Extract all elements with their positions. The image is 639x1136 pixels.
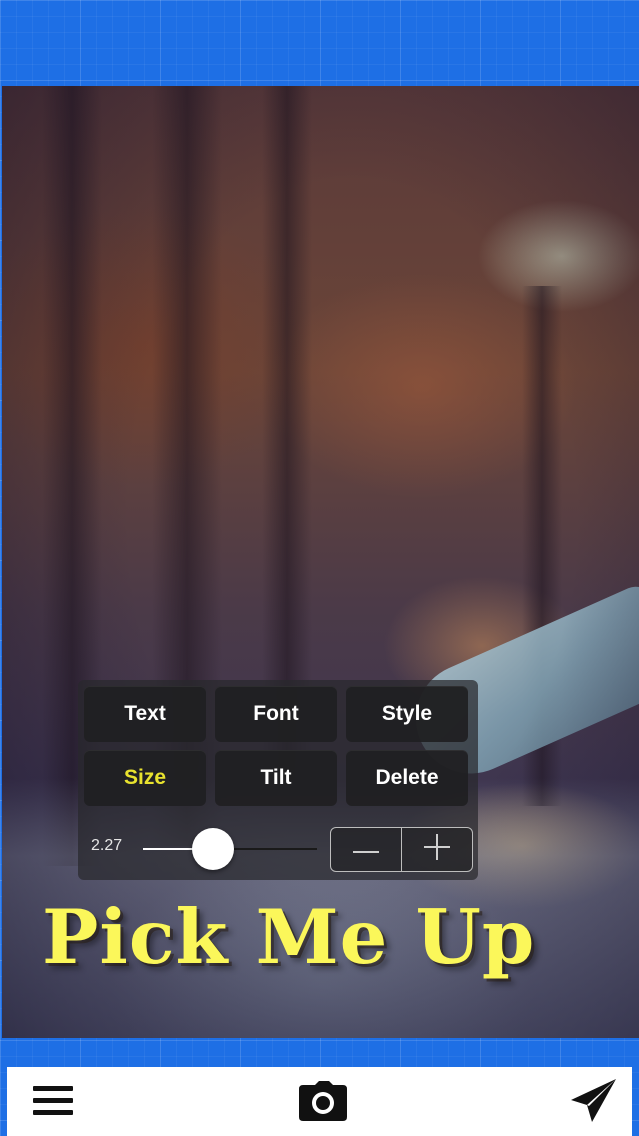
minus-icon (352, 841, 379, 859)
tilt-button-label: Tilt (260, 766, 292, 789)
camera-icon (299, 1080, 347, 1126)
style-button[interactable]: Style (346, 686, 468, 742)
size-button-label: Size (123, 766, 167, 789)
size-slider-thumb[interactable] (192, 828, 234, 870)
size-value: 2.27 (91, 837, 123, 854)
delete-button[interactable]: Delete (346, 750, 468, 806)
bottom-toolbar (7, 1067, 632, 1136)
size-button[interactable]: Size (84, 750, 206, 806)
caption-text[interactable]: Pick Me Up (42, 893, 535, 981)
menu-button[interactable] (29, 1081, 77, 1125)
text-button-label: Text (124, 702, 166, 725)
plus-icon (424, 834, 451, 865)
font-button[interactable]: Font (215, 686, 337, 742)
tilt-button[interactable]: Tilt (215, 750, 337, 806)
size-stepper (330, 827, 473, 872)
menu-icon (33, 1084, 73, 1123)
text-button[interactable]: Text (84, 686, 206, 742)
camera-button[interactable] (299, 1080, 347, 1126)
send-button[interactable] (569, 1078, 617, 1125)
font-button-label: Font (253, 702, 299, 725)
send-icon (569, 1078, 617, 1129)
text-edit-panel: Text Font Style Size Tilt Delete 2.27 (78, 680, 478, 880)
increment-button[interactable] (402, 828, 472, 871)
decrement-button[interactable] (331, 828, 401, 871)
delete-button-label: Delete (375, 766, 439, 789)
style-button-label: Style (381, 702, 433, 725)
